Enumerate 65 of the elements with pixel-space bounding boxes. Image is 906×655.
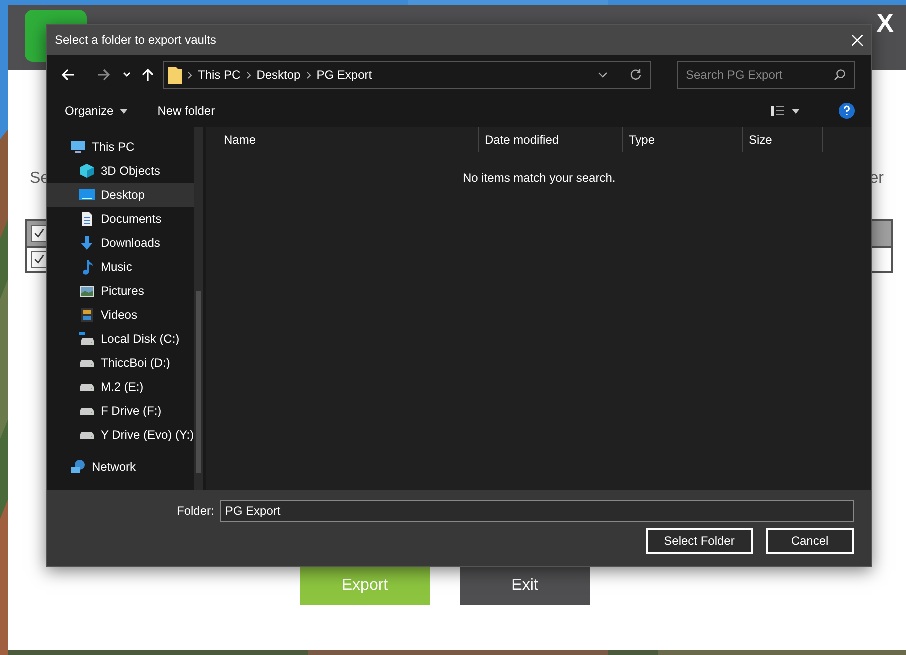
nav-item[interactable]: Music <box>47 255 194 279</box>
breadcrumb[interactable]: This PC <box>198 66 241 84</box>
breadcrumb[interactable]: Desktop <box>256 66 301 84</box>
nav-item[interactable]: Desktop <box>47 183 194 207</box>
drive-icon <box>80 360 94 366</box>
chevron-right-icon <box>246 72 251 78</box>
empty-message: No items match your search. <box>463 170 616 187</box>
cube-icon <box>79 163 95 179</box>
chevron-right-icon <box>306 72 311 78</box>
select-folder-button[interactable]: Select Folder <box>646 528 753 554</box>
column-header[interactable]: Size <box>743 127 823 152</box>
computer-icon <box>70 139 86 155</box>
scrollbar[interactable] <box>194 127 203 490</box>
view-options-icon[interactable] <box>771 106 801 116</box>
column-header[interactable]: Date modified <box>479 127 623 152</box>
nav-item[interactable]: F Drive (F:) <box>47 399 194 423</box>
scrollbar-thumb[interactable] <box>196 291 201 473</box>
nav-item[interactable]: Local Disk (C:) <box>47 327 194 351</box>
folder-icon <box>168 66 182 84</box>
new-folder-button[interactable]: New folder <box>158 102 216 120</box>
address-bar[interactable]: This PC Desktop PG Export <box>163 61 651 89</box>
folder-name-field[interactable]: PG Export <box>220 500 854 522</box>
nav-item[interactable]: Downloads <box>47 231 194 255</box>
close-icon[interactable] <box>852 34 863 46</box>
film-icon <box>79 307 95 323</box>
nav-item[interactable]: Y Drive (Evo) (Y:) <box>47 423 194 447</box>
organize-button[interactable]: Organize <box>65 102 128 120</box>
nav-item[interactable]: Network <box>47 455 194 479</box>
check-icon <box>33 227 46 240</box>
refresh-icon[interactable] <box>630 69 642 81</box>
nav-item[interactable]: M.2 (E:) <box>47 375 194 399</box>
folder-label: Folder: <box>177 503 214 520</box>
drive-icon <box>80 432 94 438</box>
close-button[interactable]: X <box>876 10 894 36</box>
column-header[interactable]: Type <box>623 127 743 152</box>
drive-icon <box>80 384 94 390</box>
nav-item[interactable]: This PC <box>47 135 194 159</box>
nav-item[interactable]: Videos <box>47 303 194 327</box>
nav-item[interactable]: Pictures <box>47 279 194 303</box>
drive-icon <box>79 331 95 347</box>
down-arrow-icon <box>79 235 95 251</box>
chevron-down-icon[interactable] <box>598 71 608 79</box>
back-arrow-icon[interactable] <box>61 68 75 82</box>
monitor-icon <box>79 187 95 203</box>
nav-item[interactable]: ThiccBoi (D:) <box>47 351 194 375</box>
breadcrumb[interactable]: PG Export <box>316 66 372 84</box>
exit-button[interactable]: Exit <box>460 567 590 605</box>
chevron-down-icon[interactable] <box>123 71 131 79</box>
nav-item[interactable]: Documents <box>47 207 194 231</box>
column-header[interactable]: Name <box>206 127 479 152</box>
cancel-button[interactable]: Cancel <box>766 528 854 554</box>
caret-icon <box>120 108 128 114</box>
help-icon[interactable] <box>839 103 855 119</box>
search-icon <box>834 69 846 81</box>
forward-arrow-icon[interactable] <box>97 68 111 82</box>
search-field[interactable]: Search PG Export <box>677 61 855 89</box>
network-icon <box>70 459 86 475</box>
nav-item[interactable]: 3D Objects <box>47 159 194 183</box>
up-arrow-icon[interactable] <box>141 68 155 82</box>
drive-icon <box>80 408 94 414</box>
check-icon <box>33 253 46 266</box>
picture-icon <box>79 283 95 299</box>
document-icon <box>79 211 95 227</box>
dialog-title: Select a folder to export vaults <box>55 32 216 49</box>
chevron-right-icon <box>188 72 192 78</box>
